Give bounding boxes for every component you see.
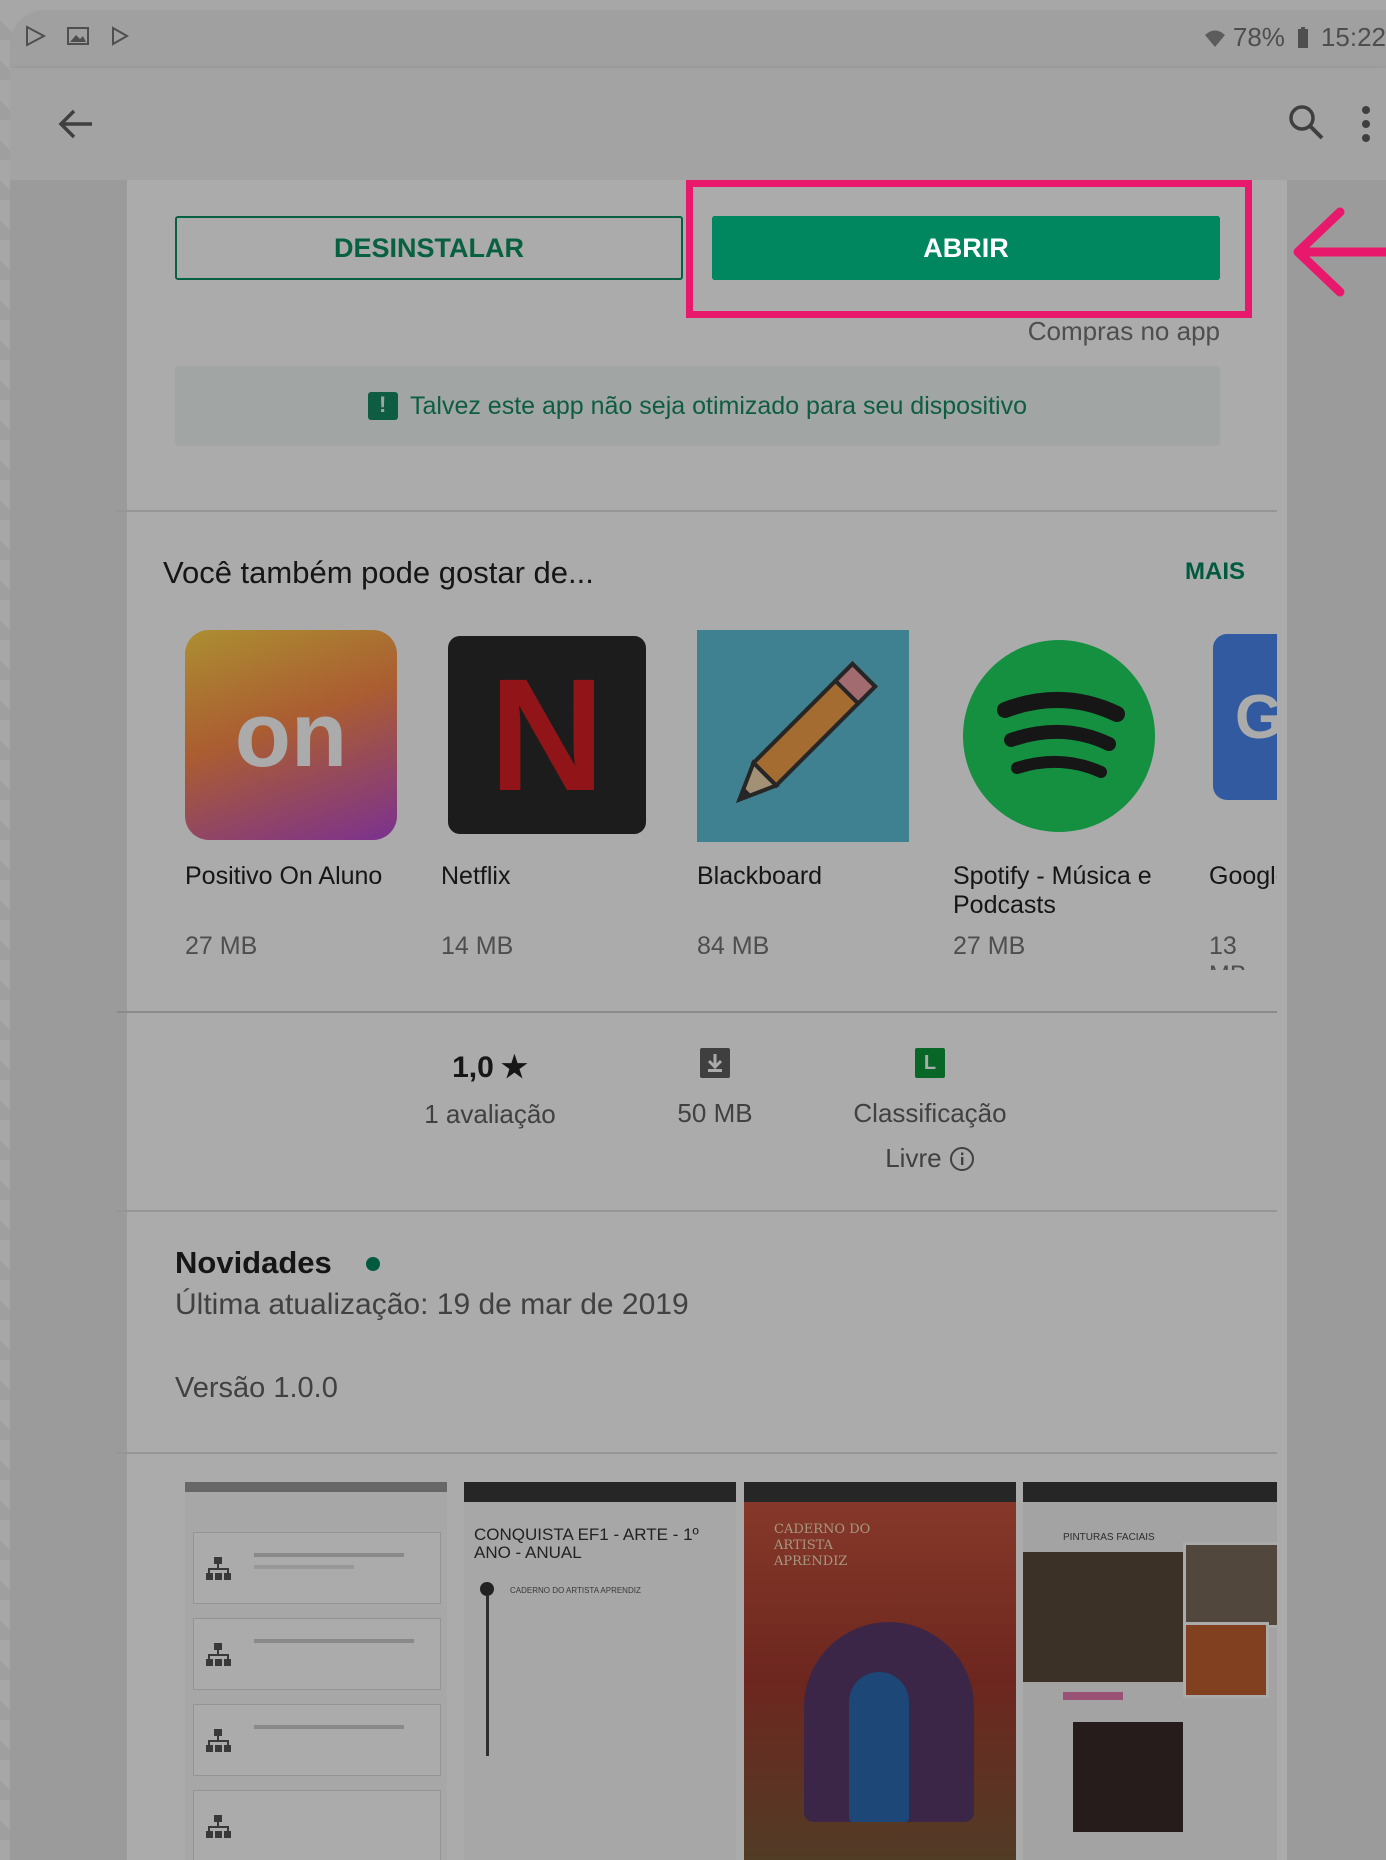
search-icon[interactable]: [1286, 102, 1326, 142]
screenshot-4[interactable]: PINTURAS FACIAIS: [1023, 1482, 1277, 1860]
app-card[interactable]: G Google 13 MB: [1209, 630, 1277, 970]
app-name: Positivo On Aluno: [185, 862, 383, 890]
screenshot-course-subtitle: CADERNO DO ARTISTA APRENDIZ: [510, 1586, 641, 1595]
screenshot-toolbar: [464, 1482, 736, 1502]
screenshot-section-heading: PINTURAS FACIAIS: [1063, 1532, 1155, 1543]
timeline-line: [486, 1596, 489, 1756]
netflix-logo-text: N: [489, 645, 605, 824]
screenshot-2[interactable]: CONQUISTA EF1 - ARTE - 1º ANO - ANUAL CA…: [464, 1482, 736, 1860]
notice-text: Talvez este app não seja otimizado para …: [409, 391, 1028, 420]
illustration-figure: [849, 1672, 909, 1822]
feedback-icon: [367, 392, 398, 420]
back-arrow-icon[interactable]: [56, 104, 96, 144]
decorative-strip: [1063, 1692, 1123, 1700]
divider: [117, 1210, 1277, 1212]
pointer-arrow-icon: [1293, 207, 1386, 297]
positivo-on-logo-text: on: [234, 683, 348, 786]
screenshot-3[interactable]: CADERNO DO ARTISTA APRENDIZ: [744, 1482, 1016, 1860]
app-name: Blackboard: [697, 862, 823, 890]
content-rating-label: Classificação: [853, 1098, 1007, 1128]
google-logo: G: [1213, 634, 1277, 800]
content-rating-stat: L Classificação Livre: [840, 1048, 1020, 1174]
divider: [117, 510, 1277, 512]
version-text: Versão 1.0.0: [175, 1372, 338, 1404]
size-stat: 50 MB: [660, 1048, 770, 1129]
app-size: 14 MB: [441, 932, 514, 960]
content-rating-value-row[interactable]: Livre: [840, 1143, 1020, 1174]
app-size: 13 MB: [1209, 932, 1247, 970]
app-size: 27 MB: [185, 932, 258, 960]
org-chart-icon: [206, 1643, 231, 1666]
left-margin: [10, 180, 127, 1860]
netflix-logo: N: [448, 636, 646, 834]
highlight-frame: [686, 180, 1252, 318]
photo-theater: [1073, 1722, 1183, 1832]
screenshot-1[interactable]: [185, 1482, 447, 1860]
timeline-node: [480, 1582, 494, 1596]
screenshot-toolbar: [1023, 1482, 1277, 1502]
whats-new-title: Novidades: [175, 1245, 332, 1280]
last-update-date: Última atualização: 19 de mar de 2019: [175, 1288, 689, 1321]
divider: [117, 1011, 1277, 1013]
photo-child: [1183, 1622, 1269, 1698]
app-bar: [10, 68, 1386, 180]
status-bar: 78% 15:22: [10, 10, 1386, 68]
play-store-notification-icon: [26, 25, 47, 47]
screenshot-list-item: [193, 1532, 441, 1604]
photo-portrait: [1183, 1542, 1277, 1628]
recommendations-title: Você também pode gostar de...: [163, 555, 594, 590]
rating-count: 1 avaliação: [424, 1099, 556, 1129]
image-notification-icon: [67, 27, 89, 45]
screenshot-list-item: [193, 1618, 441, 1690]
more-options-icon[interactable]: [1356, 102, 1376, 146]
screenshot-list-item: [193, 1790, 441, 1860]
star-icon: ★: [501, 1051, 528, 1084]
app-name: Google: [1209, 862, 1277, 890]
app-size: 84 MB: [697, 932, 770, 960]
uninstall-button[interactable]: DESINSTALAR: [175, 216, 683, 280]
screenshot-course-title: CONQUISTA EF1 - ARTE - 1º ANO - ANUAL: [474, 1525, 699, 1562]
info-icon[interactable]: [949, 1146, 975, 1172]
screenshot-list-item: [193, 1704, 441, 1776]
more-link[interactable]: MAIS: [1185, 558, 1245, 586]
spotify-logo: [963, 640, 1155, 832]
battery-icon: [1297, 26, 1308, 48]
content-rating-value: Livre: [885, 1143, 942, 1173]
positivo-on-logo: on: [185, 630, 397, 840]
org-chart-icon: [206, 1815, 231, 1838]
play-notification-icon: [112, 26, 130, 46]
download-icon: [700, 1048, 730, 1078]
org-chart-icon: [206, 1729, 231, 1752]
google-logo-text: G: [1235, 682, 1277, 752]
right-margin: [1287, 180, 1386, 1860]
app-size-value: 50 MB: [677, 1098, 753, 1128]
clock: 15:22: [1320, 22, 1386, 52]
blackboard-pencil-logo: [697, 630, 909, 842]
device-compatibility-notice: Talvez este app não seja otimizado para …: [175, 366, 1220, 446]
divider: [117, 1452, 1277, 1454]
screenshot-cover-title: CADERNO DO ARTISTA APRENDIZ: [774, 1522, 871, 1569]
battery-percent: 78%: [1232, 22, 1285, 52]
new-indicator-dot: [366, 1257, 380, 1271]
rating-value: 1,0: [452, 1051, 494, 1084]
wifi-icon: [1204, 30, 1225, 47]
in-app-purchases-note: Compras no app: [1027, 316, 1220, 346]
app-name: Netflix: [441, 862, 511, 890]
org-chart-icon: [206, 1557, 231, 1580]
rating-stat: 1,0 ★ 1 avaliação: [420, 1050, 560, 1130]
app-name: Spotify - Música e Podcasts: [953, 862, 1152, 919]
screenshot-statusbar: [185, 1482, 447, 1492]
app-size: 27 MB: [953, 932, 1026, 960]
photo-face-paint: [1023, 1552, 1183, 1682]
content-rating-badge: L: [915, 1048, 945, 1078]
screenshot-toolbar: [744, 1482, 1016, 1502]
